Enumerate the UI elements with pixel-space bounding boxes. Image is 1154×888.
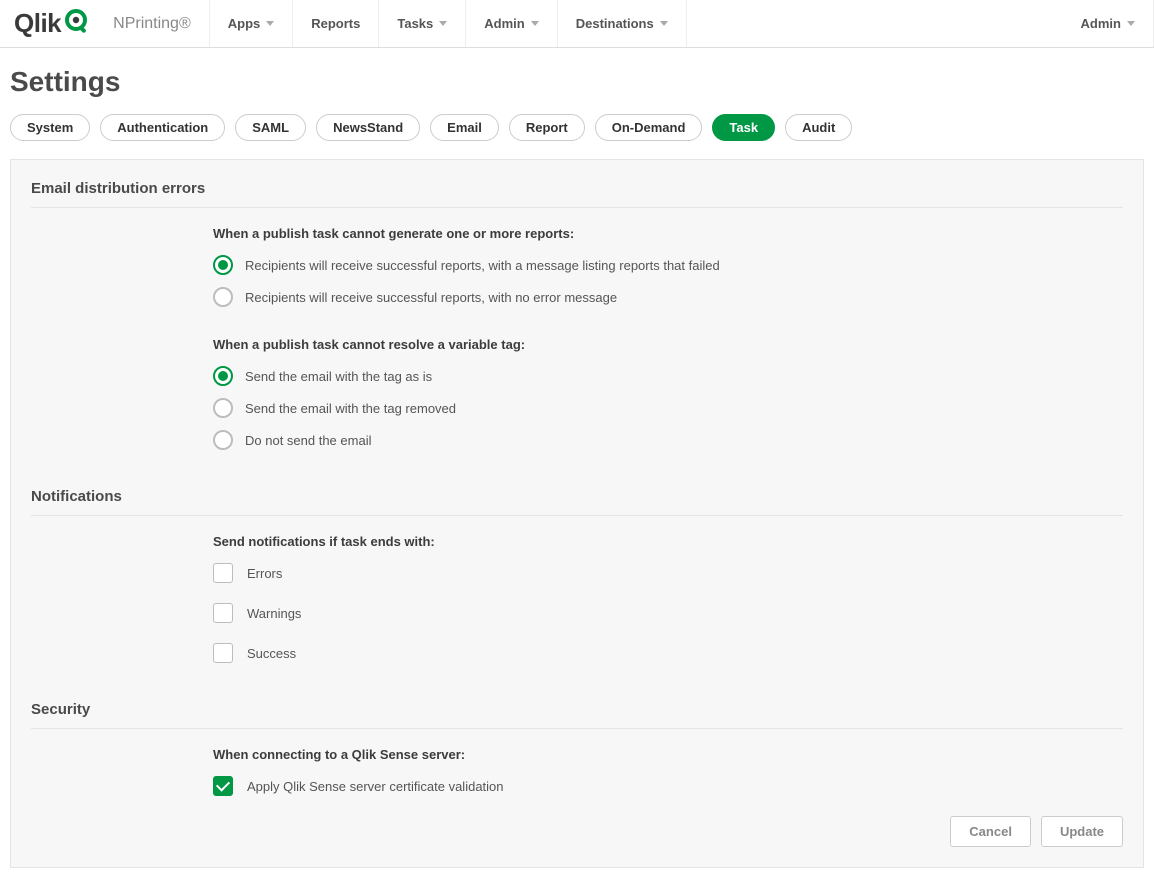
top-nav: Qlik NPrinting® Apps Reports Tasks Admin Des… [0, 0, 1154, 48]
nav-item-apps[interactable]: Apps [210, 0, 294, 47]
radio-button[interactable] [213, 255, 233, 275]
section-heading-email-errors: Email distribution errors [31, 172, 1123, 208]
nav-item-admin[interactable]: Admin [466, 0, 557, 47]
brand-icon [63, 7, 89, 40]
radio-button[interactable] [213, 287, 233, 307]
tab-report[interactable]: Report [509, 114, 585, 141]
section-security: Security When connecting to a Qlik Sense… [31, 693, 1123, 796]
option-label: Send the email with the tag as is [245, 369, 432, 384]
chevron-down-icon [531, 21, 539, 26]
option-label: Errors [247, 566, 282, 581]
brand-product: NPrinting® [113, 15, 191, 33]
tab-authentication[interactable]: Authentication [100, 114, 225, 141]
variable-tag-option[interactable]: Do not send the email [213, 430, 1123, 450]
option-label: Recipients will receive successful repor… [245, 258, 720, 273]
nav-item-label: Admin [484, 16, 524, 31]
notification-option[interactable]: Warnings [213, 603, 1123, 623]
tab-audit[interactable]: Audit [785, 114, 852, 141]
cancel-button[interactable]: Cancel [950, 816, 1031, 847]
nav-item-label: Reports [311, 16, 360, 31]
nav-item-label: Tasks [397, 16, 433, 31]
option-label: Success [247, 646, 296, 661]
option-label: Do not send the email [245, 433, 371, 448]
group-label: Send notifications if task ends with: [213, 534, 1123, 549]
generate-report-option[interactable]: Recipients will receive successful repor… [213, 287, 1123, 307]
radio-button[interactable] [213, 430, 233, 450]
notification-option[interactable]: Errors [213, 563, 1123, 583]
radio-button[interactable] [213, 366, 233, 386]
brand-name: Qlik [14, 8, 61, 39]
group-label: When a publish task cannot generate one … [213, 226, 1123, 241]
section-email-errors: Email distribution errors When a publish… [31, 172, 1123, 450]
variable-tag-option[interactable]: Send the email with the tag removed [213, 398, 1123, 418]
tab-email[interactable]: Email [430, 114, 499, 141]
security-option[interactable]: Apply Qlik Sense server certificate vali… [213, 776, 1123, 796]
page-title: Settings [0, 48, 1154, 114]
nav-item-destinations[interactable]: Destinations [558, 0, 687, 47]
group-security: When connecting to a Qlik Sense server: … [213, 747, 1123, 796]
chevron-down-icon [1127, 21, 1135, 26]
group-label: When a publish task cannot resolve a var… [213, 337, 1123, 352]
tab-newsstand[interactable]: NewsStand [316, 114, 420, 141]
checkbox[interactable] [213, 776, 233, 796]
chevron-down-icon [439, 21, 447, 26]
option-label: Send the email with the tag removed [245, 401, 456, 416]
nav-user[interactable]: Admin [1063, 0, 1154, 47]
checkbox[interactable] [213, 603, 233, 623]
notification-option[interactable]: Success [213, 643, 1123, 663]
nav-item-reports[interactable]: Reports [293, 0, 379, 47]
tab-on-demand[interactable]: On-Demand [595, 114, 703, 141]
section-notifications: Notifications Send notifications if task… [31, 480, 1123, 663]
tab-task[interactable]: Task [712, 114, 775, 141]
radio-button[interactable] [213, 398, 233, 418]
option-label: Warnings [247, 606, 301, 621]
group-generate-reports: When a publish task cannot generate one … [213, 226, 1123, 307]
tab-system[interactable]: System [10, 114, 90, 141]
nav-user-label: Admin [1081, 16, 1121, 31]
settings-panel: Email distribution errors When a publish… [10, 159, 1144, 868]
group-variable-tag: When a publish task cannot resolve a var… [213, 337, 1123, 450]
option-label: Apply Qlik Sense server certificate vali… [247, 779, 504, 794]
variable-tag-option[interactable]: Send the email with the tag as is [213, 366, 1123, 386]
nav-item-label: Apps [228, 16, 261, 31]
checkbox[interactable] [213, 563, 233, 583]
nav-item-label: Destinations [576, 16, 654, 31]
update-button[interactable]: Update [1041, 816, 1123, 847]
checkbox[interactable] [213, 643, 233, 663]
settings-tabs: System Authentication SAML NewsStand Email Re… [0, 114, 1154, 159]
chevron-down-icon [660, 21, 668, 26]
nav-item-tasks[interactable]: Tasks [379, 0, 466, 47]
group-label: When connecting to a Qlik Sense server: [213, 747, 1123, 762]
group-notifications: Send notifications if task ends with: Er… [213, 534, 1123, 663]
generate-report-option[interactable]: Recipients will receive successful repor… [213, 255, 1123, 275]
brand: Qlik NPrinting® [0, 0, 210, 47]
option-label: Recipients will receive successful repor… [245, 290, 617, 305]
chevron-down-icon [266, 21, 274, 26]
section-heading-security: Security [31, 693, 1123, 729]
footer-buttons: Cancel Update [31, 816, 1123, 847]
brand-logo: Qlik [14, 7, 89, 40]
tab-saml[interactable]: SAML [235, 114, 306, 141]
section-heading-notifications: Notifications [31, 480, 1123, 516]
